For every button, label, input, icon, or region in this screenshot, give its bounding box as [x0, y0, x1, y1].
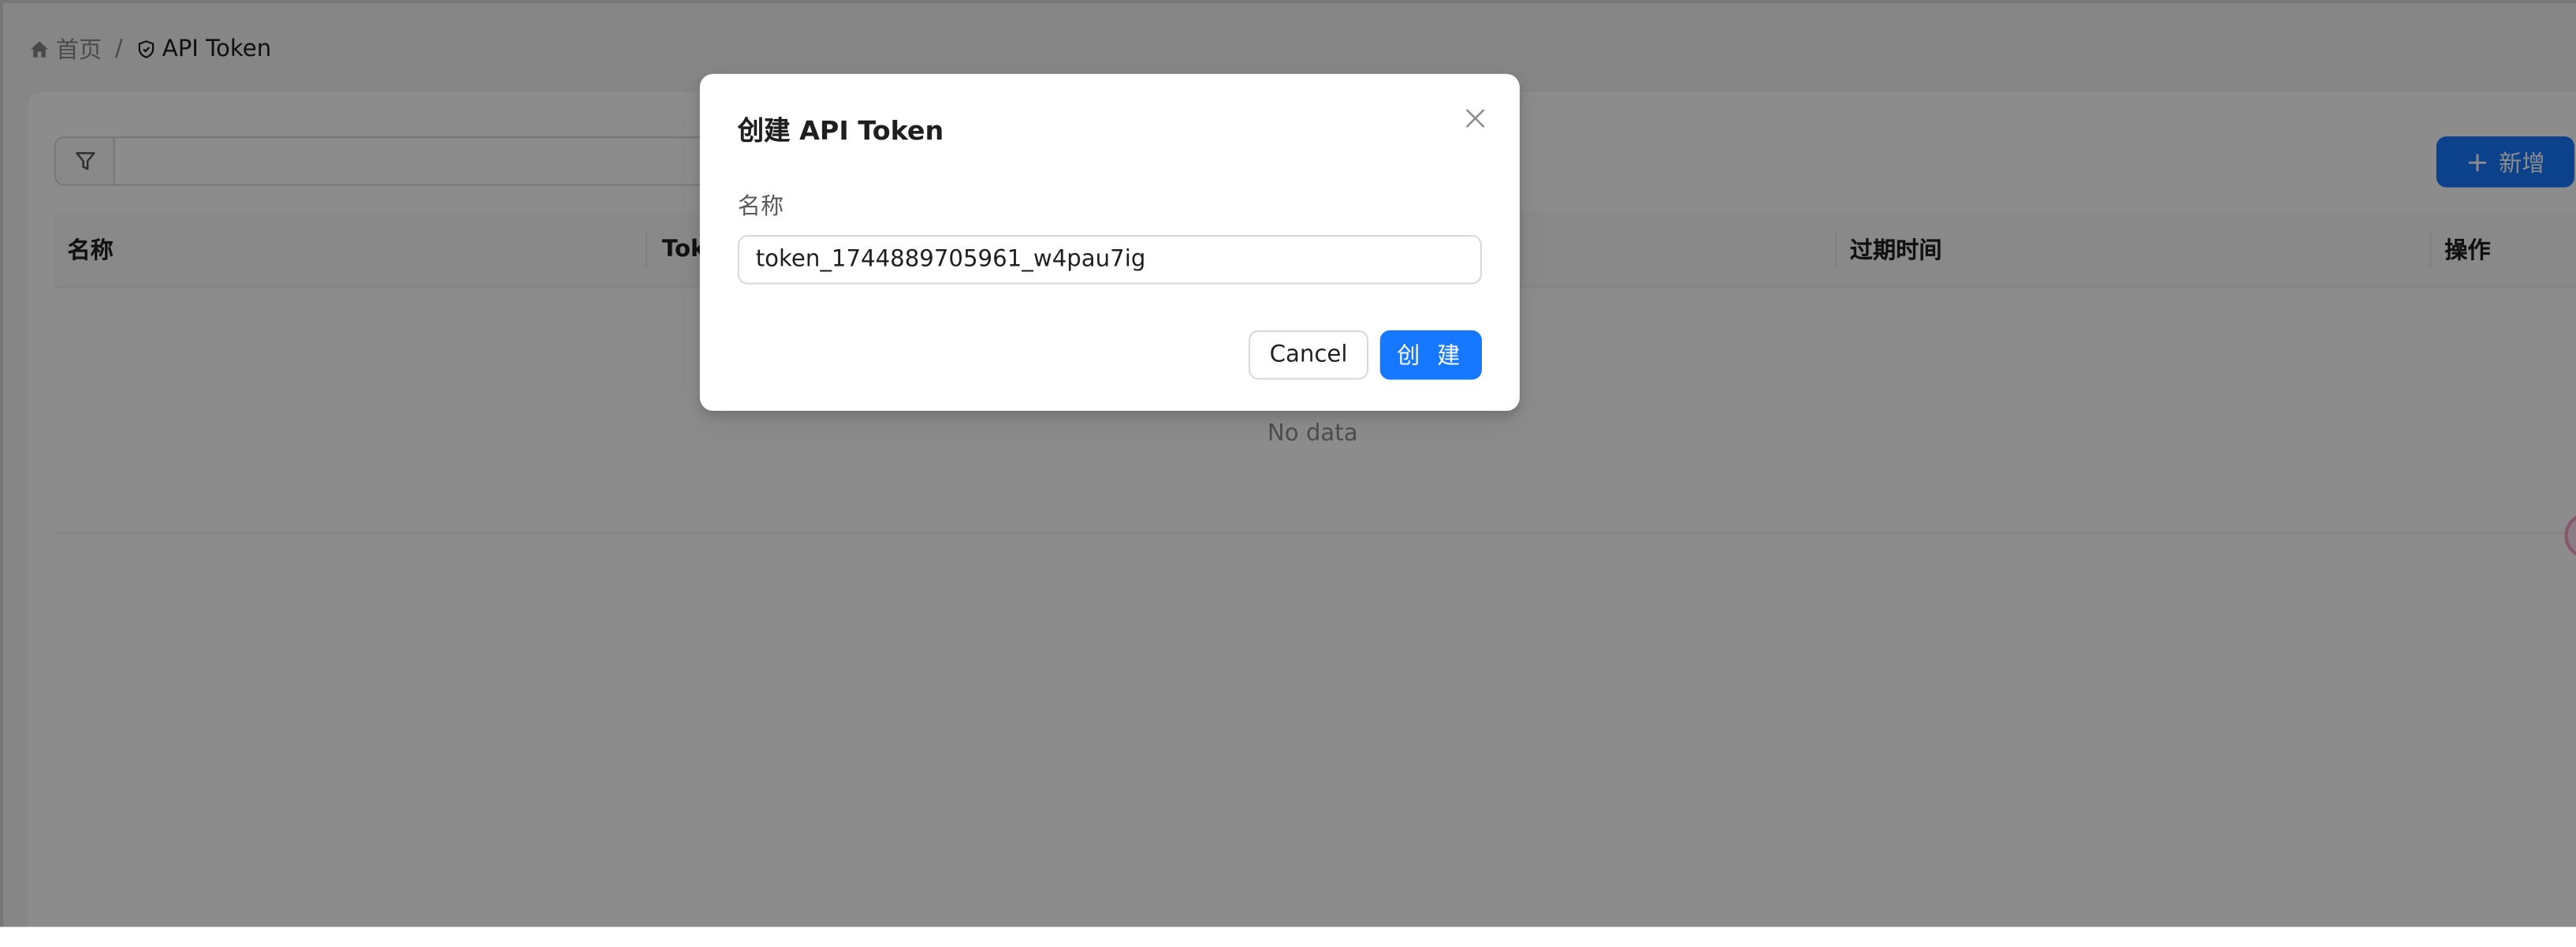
close-icon [1465, 109, 1485, 128]
name-input[interactable] [737, 235, 1482, 285]
cancel-button[interactable]: Cancel [1248, 330, 1369, 380]
create-token-modal: 创建 API Token 名称 Cancel 创 建 [699, 73, 1520, 412]
modal-title: 创建 API Token [737, 114, 944, 147]
name-field-label: 名称 [737, 193, 784, 221]
create-button[interactable]: 创 建 [1379, 330, 1482, 380]
page-root: 首页 / API Token 新增 名称 Tok 过期时间 操作 No data… [0, 0, 2576, 947]
modal-close-button[interactable] [1459, 102, 1492, 135]
